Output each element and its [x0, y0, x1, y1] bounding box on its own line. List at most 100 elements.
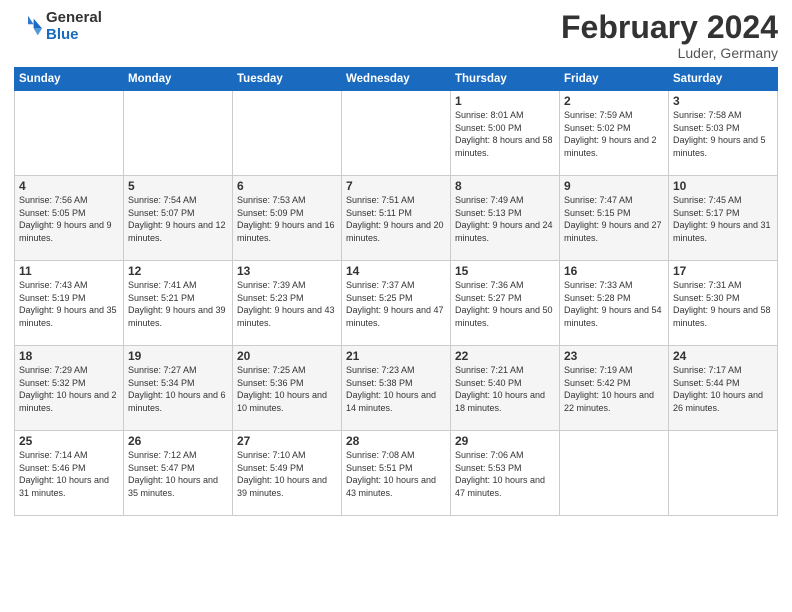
day-info: Sunrise: 7:39 AM Sunset: 5:23 PM Dayligh…	[237, 279, 337, 329]
day-number: 1	[455, 94, 555, 108]
day-info: Sunrise: 7:47 AM Sunset: 5:15 PM Dayligh…	[564, 194, 664, 244]
calendar-cell: 12Sunrise: 7:41 AM Sunset: 5:21 PM Dayli…	[124, 261, 233, 346]
day-info: Sunrise: 7:25 AM Sunset: 5:36 PM Dayligh…	[237, 364, 337, 414]
day-info: Sunrise: 7:45 AM Sunset: 5:17 PM Dayligh…	[673, 194, 773, 244]
day-number: 22	[455, 349, 555, 363]
day-info: Sunrise: 7:23 AM Sunset: 5:38 PM Dayligh…	[346, 364, 446, 414]
title-block: February 2024 Luder, Germany	[561, 10, 778, 61]
logo-general: General	[46, 10, 102, 27]
day-number: 16	[564, 264, 664, 278]
day-info: Sunrise: 7:54 AM Sunset: 5:07 PM Dayligh…	[128, 194, 228, 244]
day-info: Sunrise: 7:36 AM Sunset: 5:27 PM Dayligh…	[455, 279, 555, 329]
calendar: Sunday Monday Tuesday Wednesday Thursday…	[14, 67, 778, 516]
day-info: Sunrise: 7:06 AM Sunset: 5:53 PM Dayligh…	[455, 449, 555, 499]
day-info: Sunrise: 7:21 AM Sunset: 5:40 PM Dayligh…	[455, 364, 555, 414]
day-number: 9	[564, 179, 664, 193]
calendar-cell: 7Sunrise: 7:51 AM Sunset: 5:11 PM Daylig…	[342, 176, 451, 261]
logo-text: General Blue	[46, 10, 102, 43]
calendar-cell: 22Sunrise: 7:21 AM Sunset: 5:40 PM Dayli…	[451, 346, 560, 431]
logo-icon	[14, 13, 42, 41]
day-number: 25	[19, 434, 119, 448]
calendar-cell	[669, 431, 778, 516]
calendar-cell: 17Sunrise: 7:31 AM Sunset: 5:30 PM Dayli…	[669, 261, 778, 346]
calendar-cell: 11Sunrise: 7:43 AM Sunset: 5:19 PM Dayli…	[15, 261, 124, 346]
calendar-cell: 14Sunrise: 7:37 AM Sunset: 5:25 PM Dayli…	[342, 261, 451, 346]
day-info: Sunrise: 7:58 AM Sunset: 5:03 PM Dayligh…	[673, 109, 773, 159]
calendar-cell	[15, 91, 124, 176]
day-number: 21	[346, 349, 446, 363]
day-number: 28	[346, 434, 446, 448]
day-info: Sunrise: 7:43 AM Sunset: 5:19 PM Dayligh…	[19, 279, 119, 329]
day-number: 15	[455, 264, 555, 278]
calendar-cell	[560, 431, 669, 516]
calendar-header-row: Sunday Monday Tuesday Wednesday Thursday…	[15, 68, 778, 91]
day-info: Sunrise: 7:31 AM Sunset: 5:30 PM Dayligh…	[673, 279, 773, 329]
day-info: Sunrise: 7:37 AM Sunset: 5:25 PM Dayligh…	[346, 279, 446, 329]
logo-blue: Blue	[46, 27, 102, 44]
calendar-cell: 9Sunrise: 7:47 AM Sunset: 5:15 PM Daylig…	[560, 176, 669, 261]
day-info: Sunrise: 7:51 AM Sunset: 5:11 PM Dayligh…	[346, 194, 446, 244]
calendar-cell: 13Sunrise: 7:39 AM Sunset: 5:23 PM Dayli…	[233, 261, 342, 346]
calendar-cell: 16Sunrise: 7:33 AM Sunset: 5:28 PM Dayli…	[560, 261, 669, 346]
calendar-cell	[342, 91, 451, 176]
day-number: 17	[673, 264, 773, 278]
calendar-cell: 6Sunrise: 7:53 AM Sunset: 5:09 PM Daylig…	[233, 176, 342, 261]
day-number: 11	[19, 264, 119, 278]
day-info: Sunrise: 7:49 AM Sunset: 5:13 PM Dayligh…	[455, 194, 555, 244]
page-container: General Blue February 2024 Luder, German…	[0, 0, 792, 524]
day-number: 6	[237, 179, 337, 193]
day-number: 12	[128, 264, 228, 278]
day-number: 2	[564, 94, 664, 108]
day-info: Sunrise: 7:19 AM Sunset: 5:42 PM Dayligh…	[564, 364, 664, 414]
calendar-cell: 2Sunrise: 7:59 AM Sunset: 5:02 PM Daylig…	[560, 91, 669, 176]
day-number: 4	[19, 179, 119, 193]
calendar-cell: 15Sunrise: 7:36 AM Sunset: 5:27 PM Dayli…	[451, 261, 560, 346]
day-number: 27	[237, 434, 337, 448]
calendar-cell: 5Sunrise: 7:54 AM Sunset: 5:07 PM Daylig…	[124, 176, 233, 261]
header-monday: Monday	[124, 68, 233, 91]
calendar-week-1: 1Sunrise: 8:01 AM Sunset: 5:00 PM Daylig…	[15, 91, 778, 176]
day-info: Sunrise: 7:56 AM Sunset: 5:05 PM Dayligh…	[19, 194, 119, 244]
calendar-cell: 1Sunrise: 8:01 AM Sunset: 5:00 PM Daylig…	[451, 91, 560, 176]
day-number: 18	[19, 349, 119, 363]
calendar-cell	[233, 91, 342, 176]
calendar-week-2: 4Sunrise: 7:56 AM Sunset: 5:05 PM Daylig…	[15, 176, 778, 261]
header-sunday: Sunday	[15, 68, 124, 91]
calendar-cell: 25Sunrise: 7:14 AM Sunset: 5:46 PM Dayli…	[15, 431, 124, 516]
day-info: Sunrise: 7:33 AM Sunset: 5:28 PM Dayligh…	[564, 279, 664, 329]
day-number: 29	[455, 434, 555, 448]
day-info: Sunrise: 7:53 AM Sunset: 5:09 PM Dayligh…	[237, 194, 337, 244]
day-info: Sunrise: 7:59 AM Sunset: 5:02 PM Dayligh…	[564, 109, 664, 159]
calendar-week-5: 25Sunrise: 7:14 AM Sunset: 5:46 PM Dayli…	[15, 431, 778, 516]
header-wednesday: Wednesday	[342, 68, 451, 91]
day-number: 26	[128, 434, 228, 448]
day-info: Sunrise: 7:10 AM Sunset: 5:49 PM Dayligh…	[237, 449, 337, 499]
day-number: 24	[673, 349, 773, 363]
calendar-cell: 18Sunrise: 7:29 AM Sunset: 5:32 PM Dayli…	[15, 346, 124, 431]
header-thursday: Thursday	[451, 68, 560, 91]
day-info: Sunrise: 7:14 AM Sunset: 5:46 PM Dayligh…	[19, 449, 119, 499]
calendar-cell: 3Sunrise: 7:58 AM Sunset: 5:03 PM Daylig…	[669, 91, 778, 176]
calendar-cell: 28Sunrise: 7:08 AM Sunset: 5:51 PM Dayli…	[342, 431, 451, 516]
day-info: Sunrise: 7:27 AM Sunset: 5:34 PM Dayligh…	[128, 364, 228, 414]
header-saturday: Saturday	[669, 68, 778, 91]
day-info: Sunrise: 7:08 AM Sunset: 5:51 PM Dayligh…	[346, 449, 446, 499]
day-number: 19	[128, 349, 228, 363]
header-tuesday: Tuesday	[233, 68, 342, 91]
day-info: Sunrise: 7:12 AM Sunset: 5:47 PM Dayligh…	[128, 449, 228, 499]
calendar-cell	[124, 91, 233, 176]
day-number: 23	[564, 349, 664, 363]
calendar-week-3: 11Sunrise: 7:43 AM Sunset: 5:19 PM Dayli…	[15, 261, 778, 346]
day-info: Sunrise: 7:17 AM Sunset: 5:44 PM Dayligh…	[673, 364, 773, 414]
calendar-cell: 23Sunrise: 7:19 AM Sunset: 5:42 PM Dayli…	[560, 346, 669, 431]
header: General Blue February 2024 Luder, German…	[14, 10, 778, 61]
header-friday: Friday	[560, 68, 669, 91]
calendar-cell: 10Sunrise: 7:45 AM Sunset: 5:17 PM Dayli…	[669, 176, 778, 261]
calendar-cell: 20Sunrise: 7:25 AM Sunset: 5:36 PM Dayli…	[233, 346, 342, 431]
day-info: Sunrise: 7:41 AM Sunset: 5:21 PM Dayligh…	[128, 279, 228, 329]
calendar-cell: 26Sunrise: 7:12 AM Sunset: 5:47 PM Dayli…	[124, 431, 233, 516]
day-number: 3	[673, 94, 773, 108]
calendar-week-4: 18Sunrise: 7:29 AM Sunset: 5:32 PM Dayli…	[15, 346, 778, 431]
calendar-cell: 27Sunrise: 7:10 AM Sunset: 5:49 PM Dayli…	[233, 431, 342, 516]
calendar-cell: 21Sunrise: 7:23 AM Sunset: 5:38 PM Dayli…	[342, 346, 451, 431]
